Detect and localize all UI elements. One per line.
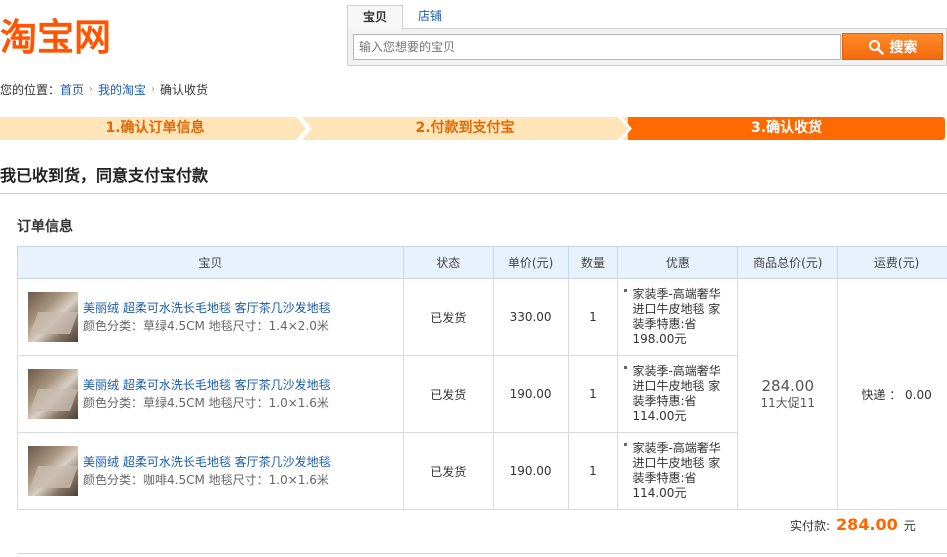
- bullet-icon: [624, 366, 628, 369]
- shipping-cell: 快递 ： 0.00: [837, 278, 947, 510]
- product-title-link[interactable]: 美丽绒 超柔可水洗长毛地毯 客厅茶几沙发地毯: [83, 453, 331, 471]
- step-divider-arrow: [296, 117, 312, 140]
- quantity-cell: 1: [567, 432, 619, 510]
- product-thumbnail[interactable]: [28, 369, 78, 419]
- divider: [17, 553, 947, 554]
- order-table: 宝贝 状态 单价(元) 数量 优惠 商品总价(元) 运费(元) 美丽绒 超柔可水…: [17, 246, 947, 510]
- step-label: 1.确认订单信息: [105, 120, 205, 136]
- breadcrumb: 您的位置： 首页 › 我的淘宝 › 确认收货: [0, 81, 208, 98]
- product-title-link[interactable]: 美丽绒 超柔可水洗长毛地毯 客厅茶几沙发地毯: [83, 376, 331, 394]
- bullet-icon: [624, 443, 628, 446]
- promo-cell: 家装季-高端奢华进口牛皮地毯 家装季特惠:省 114.00元: [617, 355, 739, 433]
- col-header-promo: 优惠: [617, 246, 739, 279]
- breadcrumb-current: 确认收货: [160, 83, 209, 97]
- goods-cell: 美丽绒 超柔可水洗长毛地毯 客厅茶几沙发地毯 颜色分类：咖啡4.5CM 地毯尺寸…: [17, 432, 404, 510]
- quantity-cell: 1: [567, 278, 619, 356]
- product-thumbnail[interactable]: [28, 292, 78, 342]
- step-label: 2.付款到支付宝: [415, 120, 515, 136]
- price-cell: 190.00: [492, 355, 569, 433]
- col-header-goods-total: 商品总价(元): [737, 246, 839, 279]
- promo-text: 家装季-高端奢华进口牛皮地毯 家装季特惠:省: [632, 364, 721, 408]
- price-cell: 190.00: [492, 432, 569, 510]
- paid-label: 实付款:: [790, 519, 831, 533]
- search-tabs: 宝贝 店铺: [347, 5, 457, 30]
- product-sku: 颜色分类：咖啡4.5CM 地毯尺寸：1.0×1.6米: [83, 473, 329, 487]
- promo-cell: 家装季-高端奢华进口牛皮地毯 家装季特惠:省 198.00元: [617, 278, 739, 356]
- promo-cell: 家装季-高端奢华进口牛皮地毯 家装季特惠:省 114.00元: [617, 432, 739, 510]
- paid-amount: 实付款: 284.00 元: [790, 515, 916, 534]
- breadcrumb-home-link[interactable]: 首页: [60, 81, 84, 98]
- bullet-icon: [624, 289, 628, 292]
- promo-text: 家装季-高端奢华进口牛皮地毯 家装季特惠:省: [632, 441, 721, 485]
- promo-amount: 114.00元: [632, 409, 687, 423]
- table-header-row: 宝贝 状态 单价(元) 数量 优惠 商品总价(元) 运费(元): [17, 246, 947, 279]
- search-box: 宝贝 店铺 搜索: [347, 5, 947, 66]
- chevron-right-icon: ›: [89, 84, 94, 95]
- col-header-shipping: 运费(元): [837, 246, 947, 279]
- promo-text: 家装季-高端奢华进口牛皮地毯 家装季特惠:省: [632, 287, 721, 331]
- breadcrumb-my-taobao-link[interactable]: 我的淘宝: [98, 81, 146, 98]
- product-sku: 颜色分类：草绿4.5CM 地毯尺寸：1.0×1.6米: [83, 396, 329, 410]
- price-cell: 330.00: [492, 278, 569, 356]
- search-icon: [868, 39, 884, 55]
- divider: [0, 193, 947, 194]
- step-pay-alipay: 2.付款到支付宝: [300, 117, 630, 140]
- product-sku: 颜色分类：草绿4.5CM 地毯尺寸：1.4×2.0米: [83, 319, 329, 333]
- paid-unit: 元: [903, 519, 916, 533]
- step-confirm-order: 1.确认订单信息: [0, 117, 310, 140]
- quantity-cell: 1: [567, 355, 619, 433]
- col-header-price: 单价(元): [492, 246, 569, 279]
- goods-total-cell: 284.00 11大促11: [737, 278, 839, 510]
- search-button-label: 搜索: [889, 39, 918, 56]
- goods-cell: 美丽绒 超柔可水洗长毛地毯 客厅茶几沙发地毯 颜色分类：草绿4.5CM 地毯尺寸…: [17, 278, 404, 356]
- search-tab-shop[interactable]: 店铺: [403, 5, 457, 29]
- step-label: 3.确认收货: [750, 120, 823, 136]
- table-row: 美丽绒 超柔可水洗长毛地毯 客厅茶几沙发地毯 颜色分类：草绿4.5CM 地毯尺寸…: [17, 278, 947, 510]
- status-cell: 已发货: [402, 432, 494, 510]
- product-title-link[interactable]: 美丽绒 超柔可水洗长毛地毯 客厅茶几沙发地毯: [83, 299, 331, 317]
- paid-value: 284.00: [836, 515, 898, 534]
- status-cell: 已发货: [402, 355, 494, 433]
- taobao-logo[interactable]: 淘宝网: [0, 14, 111, 62]
- status-cell: 已发货: [402, 278, 494, 356]
- col-header-goods: 宝贝: [17, 246, 404, 279]
- search-frame: 搜索: [347, 28, 947, 66]
- search-input[interactable]: [353, 34, 841, 60]
- promo-amount: 198.00元: [632, 332, 687, 346]
- product-thumbnail[interactable]: [28, 446, 78, 496]
- search-tab-goods[interactable]: 宝贝: [347, 5, 404, 30]
- page-title: 我已收到货，同意支付宝付款: [0, 166, 209, 185]
- chevron-right-icon: ›: [151, 84, 156, 95]
- search-button[interactable]: 搜索: [842, 33, 943, 60]
- goods-total-note: 11大促11: [760, 395, 816, 410]
- order-info-title: 订单信息: [17, 219, 73, 235]
- breadcrumb-prefix: 您的位置：: [0, 83, 61, 97]
- promo-amount: 114.00元: [632, 486, 687, 500]
- progress-steps: 1.确认订单信息 2.付款到支付宝 3.确认收货: [0, 117, 945, 140]
- col-header-quantity: 数量: [567, 246, 619, 279]
- goods-total-value: 284.00: [761, 376, 815, 395]
- step-divider-arrow: [616, 117, 632, 140]
- col-header-status: 状态: [402, 246, 494, 279]
- step-confirm-receipt: 3.确认收货: [628, 117, 945, 140]
- goods-cell: 美丽绒 超柔可水洗长毛地毯 客厅茶几沙发地毯 颜色分类：草绿4.5CM 地毯尺寸…: [17, 355, 404, 433]
